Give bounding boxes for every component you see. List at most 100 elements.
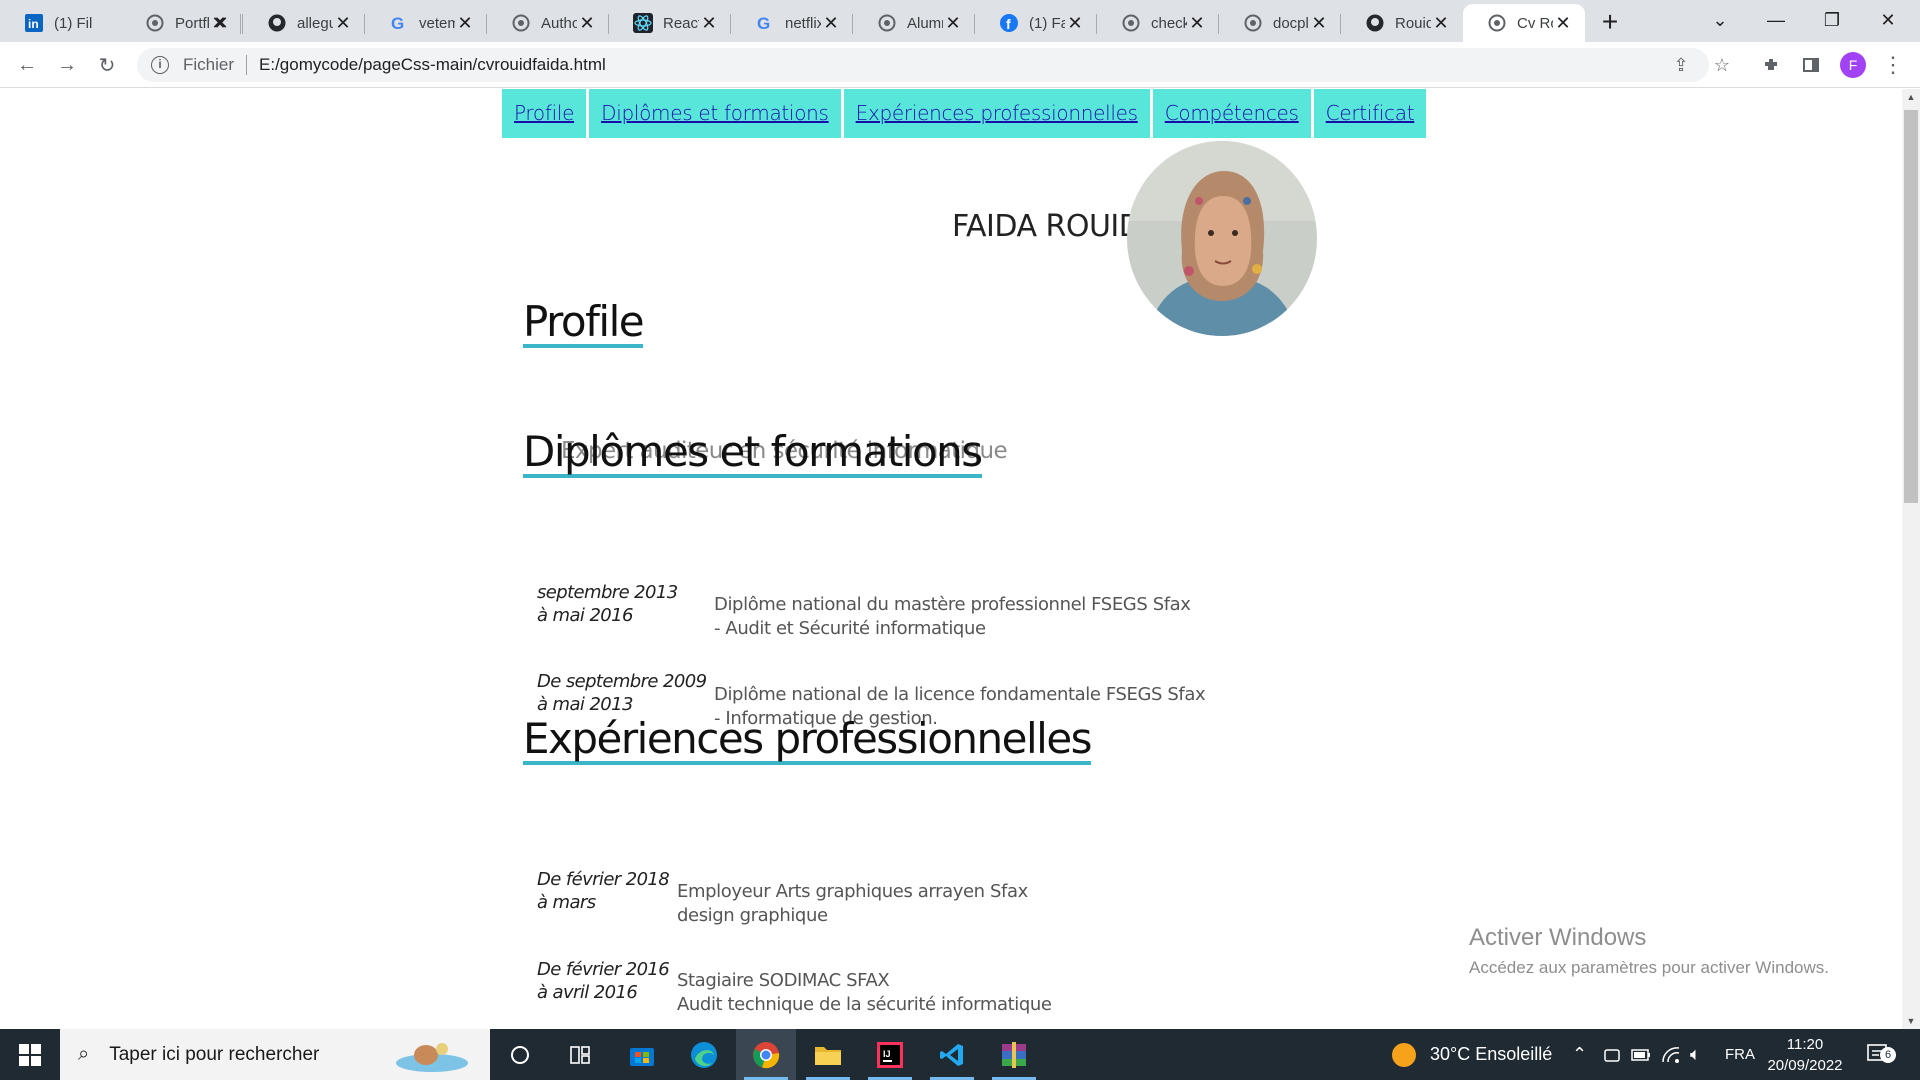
browser-toolbar: ← → ↻ i Fichier E:/gomycode/pageCss-main… <box>0 42 1920 88</box>
address-url[interactable]: E:/gomycode/pageCss-main/cvrouidfaida.ht… <box>259 55 606 75</box>
side-panel-icon[interactable] <box>1794 48 1828 82</box>
weather-widget[interactable]: 30°C Ensoleillé <box>1392 1029 1552 1080</box>
browser-tab[interactable]: allegu ✕ <box>243 4 365 42</box>
notification-count-badge: 6 <box>1880 1047 1896 1063</box>
close-tab-icon[interactable]: ✕ <box>1431 13 1451 33</box>
close-tab-icon[interactable]: ✕ <box>455 13 475 33</box>
battery-icon[interactable] <box>1631 1029 1651 1080</box>
experience-description: Employeur Arts graphiques arrayen Sfax d… <box>677 881 1028 926</box>
tab-search-icon[interactable]: ⌄ <box>1692 0 1748 40</box>
github-icon <box>1365 13 1385 33</box>
bookmark-star-icon[interactable]: ☆ <box>1705 48 1739 82</box>
nav-link-diplomes[interactable]: Diplômes et formations <box>589 89 841 138</box>
reload-icon[interactable]: ↻ <box>92 50 122 80</box>
task-view-icon[interactable] <box>490 1029 550 1080</box>
search-icon: ⌕ <box>78 1043 90 1065</box>
linkedin-icon: in <box>24 13 44 33</box>
browser-tab[interactable]: Rouid ✕ <box>1341 4 1463 42</box>
close-tab-icon[interactable]: ✕ <box>1553 13 1573 33</box>
file-explorer-icon[interactable] <box>798 1029 858 1080</box>
chrome-icon[interactable] <box>736 1029 796 1080</box>
browser-tab-active[interactable]: Cv Ro ✕ <box>1463 4 1585 42</box>
close-tab-icon[interactable]: ✕ <box>821 13 841 33</box>
menu-icon[interactable]: ⋮ <box>1882 52 1904 78</box>
cv-nav: Profile Diplômes et formations Expérienc… <box>502 89 1427 138</box>
cv-name: FAIDA ROUID <box>952 209 1142 244</box>
new-tab-button[interactable]: + <box>1593 8 1627 38</box>
education-date: De septembre 2009 à mai 2013 <box>537 671 707 715</box>
taskbar-clock[interactable]: 11:20 20/09/2022 <box>1765 1034 1845 1076</box>
close-window-button[interactable]: ✕ <box>1860 0 1916 40</box>
section-title-experience: Expériences professionnelles <box>523 714 1093 765</box>
scrollbar-thumb[interactable] <box>1904 110 1918 503</box>
tray-overflow-icon[interactable]: ⌃ <box>1572 1029 1587 1080</box>
minimize-button[interactable]: — <box>1748 0 1804 40</box>
svg-text:G: G <box>391 14 404 32</box>
browser-tab[interactable]: docpl ✕ <box>1219 4 1341 42</box>
tab-label: vetem <box>419 14 455 32</box>
nav-link-profile[interactable]: Profile <box>502 89 587 138</box>
volume-icon[interactable]: 🔈︎ <box>1690 1029 1701 1080</box>
github-icon <box>267 13 287 33</box>
search-highlight-icon <box>390 1035 470 1080</box>
tab-label: Alumr <box>907 14 943 32</box>
profile-avatar[interactable]: F <box>1840 52 1866 78</box>
globe-icon <box>1487 13 1507 33</box>
education-description: Diplôme national du mastère professionne… <box>714 594 1191 639</box>
browser-tab[interactable]: Autho ✕ <box>487 4 609 42</box>
page-viewport: Profile Diplômes et formations Expérienc… <box>0 89 1902 1029</box>
globe-icon <box>1121 13 1141 33</box>
nav-link-competences[interactable]: Compétences <box>1152 89 1311 138</box>
browser-tab[interactable]: G vetem ✕ <box>365 4 487 42</box>
section-title-profile: Profile <box>523 297 645 348</box>
close-tab-icon[interactable]: ✕ <box>577 13 597 33</box>
browser-tab[interactable]: Portfli ✕ <box>121 4 243 42</box>
tab-label: allegu <box>297 14 333 32</box>
windows-activation-watermark: Activer Windows Accédez aux paramètres p… <box>1469 924 1829 977</box>
search-placeholder: Taper ici pour rechercher <box>109 1043 320 1065</box>
language-indicator[interactable]: FRA <box>1725 1029 1755 1080</box>
tab-label: Rouid <box>1395 14 1431 32</box>
microsoft-store-icon[interactable] <box>612 1029 672 1080</box>
widgets-icon[interactable] <box>550 1029 610 1080</box>
sun-icon <box>1392 1042 1416 1067</box>
scroll-down-arrow[interactable]: ▼ <box>1902 1013 1920 1029</box>
meet-now-icon[interactable] <box>1603 1029 1621 1080</box>
close-tab-icon[interactable]: ✕ <box>211 13 231 33</box>
share-icon[interactable]: ⇪ <box>1664 48 1698 82</box>
experience-description: Stagiaire SODIMAC SFAX Audit technique d… <box>677 970 1052 1015</box>
windows-start-icon[interactable] <box>0 1029 60 1080</box>
info-icon[interactable]: i <box>151 56 169 74</box>
browser-tab[interactable]: f (1) Fac ✕ <box>975 4 1097 42</box>
extensions-icon[interactable] <box>1754 48 1788 82</box>
experience-date: De février 2018 à mars <box>537 869 670 913</box>
close-tab-icon[interactable]: ✕ <box>943 13 963 33</box>
browser-tab[interactable]: check ✕ <box>1097 4 1219 42</box>
notification-center-icon[interactable]: 6 <box>1866 1029 1896 1080</box>
close-tab-icon[interactable]: ✕ <box>1065 13 1085 33</box>
browser-tab[interactable]: React ✕ <box>609 4 731 42</box>
intellij-icon[interactable]: IJ <box>860 1029 920 1080</box>
address-bar[interactable]: i Fichier E:/gomycode/pageCss-main/cvrou… <box>137 48 1709 82</box>
close-tab-icon[interactable]: ✕ <box>1309 13 1329 33</box>
edge-icon[interactable] <box>674 1029 734 1080</box>
vscode-icon[interactable] <box>922 1029 982 1080</box>
nav-link-experiences[interactable]: Expériences professionnelles <box>843 89 1150 138</box>
globe-icon <box>511 13 531 33</box>
tab-label: Cv Ro <box>1517 14 1553 32</box>
close-tab-icon[interactable]: ✕ <box>333 13 353 33</box>
forward-icon[interactable]: → <box>52 50 82 80</box>
tab-label: docpl <box>1273 14 1309 32</box>
wifi-icon[interactable] <box>1661 1029 1681 1080</box>
taskbar: ⌕ Taper ici pour rechercher IJ 30°C Enso… <box>0 1029 1920 1080</box>
close-tab-icon[interactable]: ✕ <box>699 13 719 33</box>
browser-tab[interactable]: Alumr ✕ <box>853 4 975 42</box>
restore-button[interactable]: ❐ <box>1804 0 1860 40</box>
winrar-icon[interactable] <box>984 1029 1044 1080</box>
close-tab-icon[interactable]: ✕ <box>1187 13 1207 33</box>
browser-tab[interactable]: G netflix ✕ <box>731 4 853 42</box>
back-icon[interactable]: ← <box>12 50 42 80</box>
taskbar-search[interactable]: ⌕ Taper ici pour rechercher <box>60 1029 490 1080</box>
scroll-up-arrow[interactable]: ▲ <box>1902 89 1920 105</box>
nav-link-certificat[interactable]: Certificat <box>1313 89 1427 138</box>
